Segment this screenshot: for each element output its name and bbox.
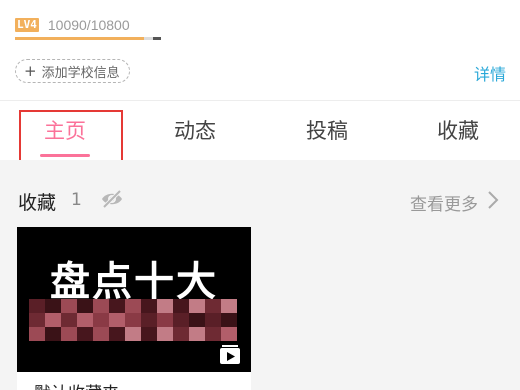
experience-bar-fill [15,37,144,40]
add-school-label: 添加学校信息 [41,65,120,81]
tab-submissions[interactable]: 投稿 [287,115,367,145]
pixelated-text [29,299,237,341]
experience-text: 10090/10800 [47,17,130,33]
folder-cover: 盘点十大 [17,227,251,372]
favorite-folder-card[interactable]: 盘点十大 默认收藏夹 [17,227,251,390]
tab-dynamics[interactable]: 动态 [155,115,235,145]
playlist-play-icon [220,345,240,364]
see-more-link[interactable]: 查看更多 [410,190,478,215]
favorites-section-title: 收藏 [18,192,57,214]
tab-favorites[interactable]: 收藏 [418,115,498,145]
profile-header: LV4 10090/10800 + 添加学校信息 详情 [0,0,520,100]
experience-bar-end [153,37,161,40]
add-school-button[interactable]: + 添加学校信息 [15,59,130,83]
level-badge: LV4 [15,18,39,32]
eye-off-icon[interactable] [100,189,124,209]
folder-label: 默认收藏夹 [34,379,119,390]
chevron-right-icon[interactable] [486,189,500,211]
plus-icon: + [24,61,37,80]
content-area: 收藏 1 查看更多 盘点十大 默认收藏夹 [0,160,520,390]
experience-bar [15,37,161,40]
level-row: LV4 10090/10800 [15,14,130,36]
detail-link[interactable]: 详情 [474,61,506,85]
favorites-count: 1 [71,190,82,210]
